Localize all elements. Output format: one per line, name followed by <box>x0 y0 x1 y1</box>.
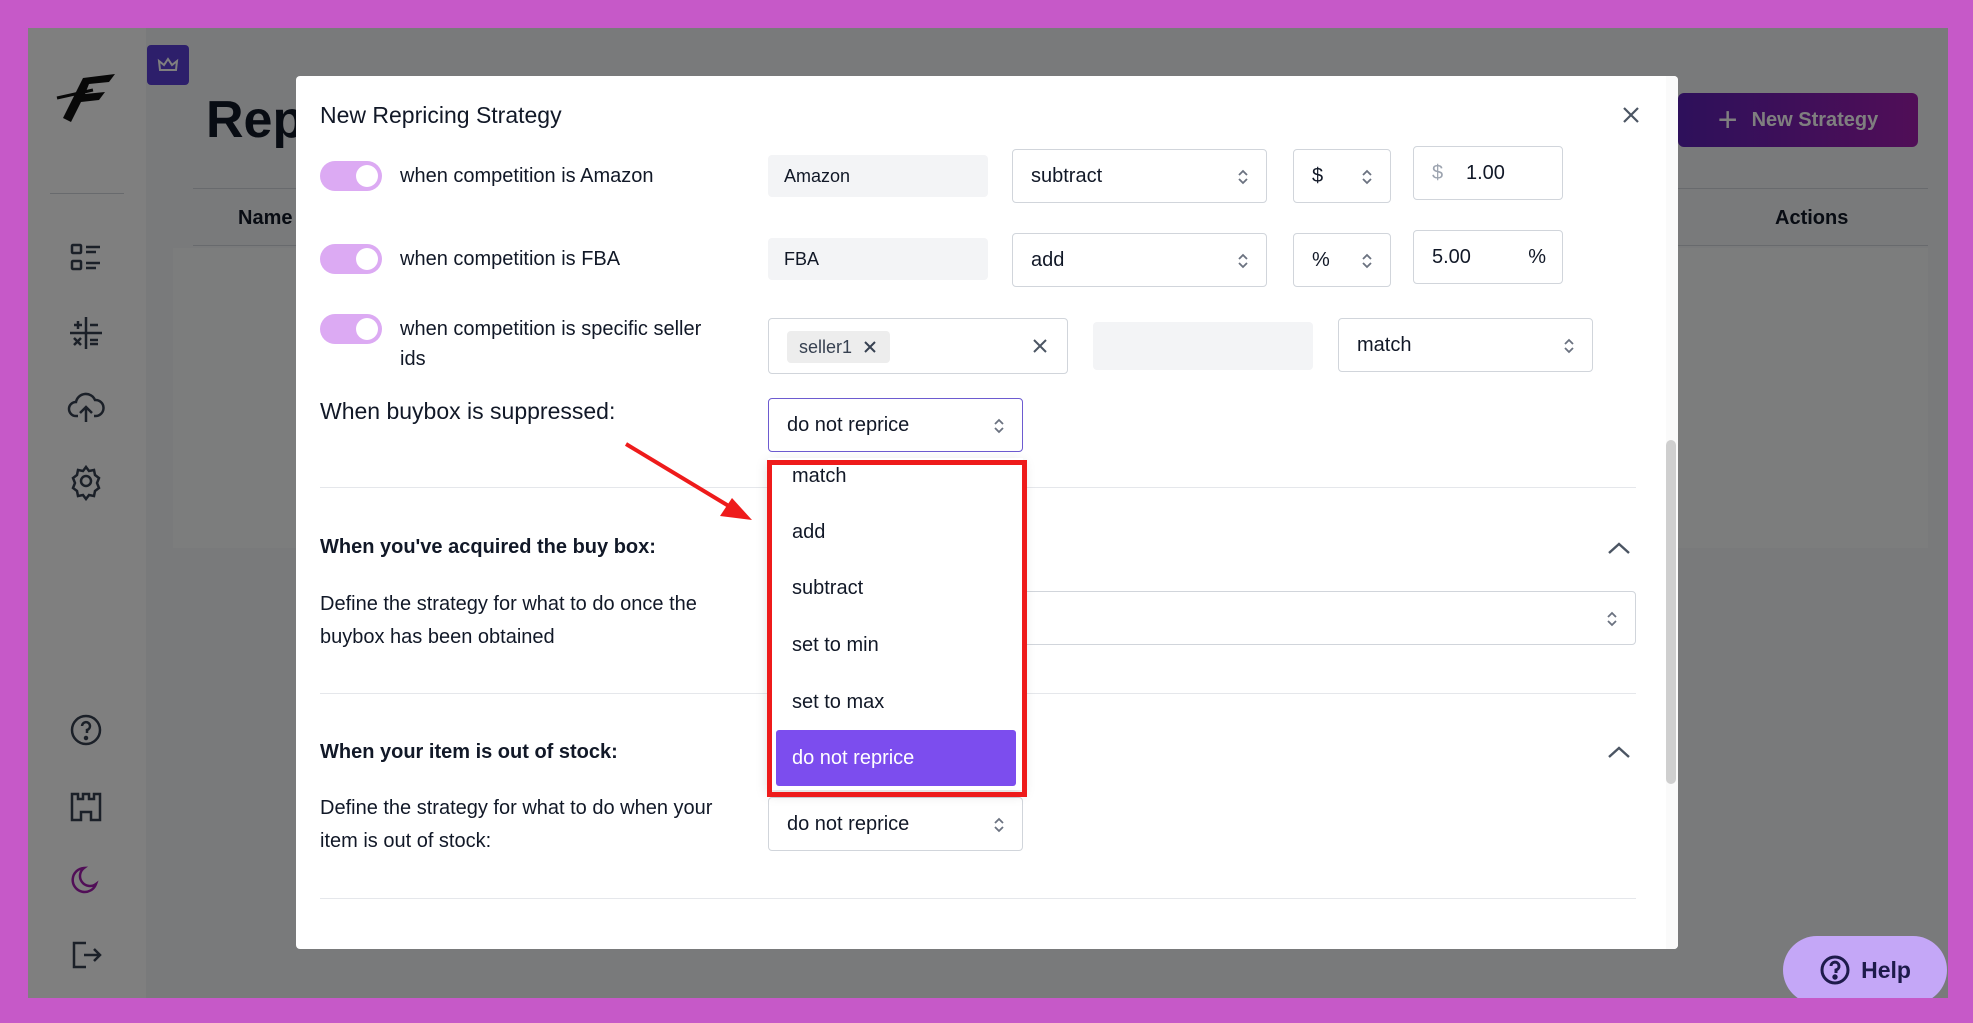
suppressed-label: When buybox is suppressed: <box>320 398 616 424</box>
dropdown-option-set-to-min[interactable]: set to min <box>776 617 1016 673</box>
select-value: $ <box>1312 165 1324 187</box>
chevron-up-icon[interactable] <box>1606 744 1632 760</box>
row-label-fba: when competition is FBA <box>400 248 621 270</box>
select-value: add <box>1031 249 1065 271</box>
operation-select-fba[interactable]: add <box>1012 233 1267 287</box>
new-strategy-modal: New Repricing Strategy when competition … <box>296 76 1678 949</box>
acquired-desc-line2: buybox has been obtained <box>320 626 555 648</box>
dropdown-option-do-not-reprice[interactable]: do not reprice <box>776 730 1016 786</box>
toggle-amazon[interactable] <box>320 161 382 191</box>
competitor-field-fba: FBA <box>768 238 988 280</box>
select-value: % <box>1312 249 1330 271</box>
clear-icon[interactable] <box>1029 335 1051 357</box>
remove-tag-icon[interactable] <box>862 339 878 355</box>
competitor-field-amazon: Amazon <box>768 155 988 197</box>
select-value: match <box>1357 334 1412 356</box>
select-value: do not reprice <box>787 813 910 835</box>
seller-tag-label: seller1 <box>799 337 853 357</box>
unit-select-fba[interactable]: % <box>1293 233 1391 287</box>
suppressed-select[interactable]: do not reprice <box>768 398 1023 452</box>
currency-prefix: $ <box>1432 162 1444 184</box>
select-value: do not reprice <box>787 414 910 436</box>
suppressed-dropdown-menu: match add subtract set to min set to max… <box>768 458 1023 790</box>
amount-input-fba[interactable]: 5.00 % <box>1413 230 1563 284</box>
help-button[interactable]: Help <box>1783 936 1947 998</box>
acquired-title: When you've acquired the buy box: <box>320 536 656 558</box>
out-of-stock-desc-line2: item is out of stock: <box>320 830 492 852</box>
row-label-seller-line2: ids <box>400 348 426 370</box>
dropdown-option-match[interactable]: match <box>776 448 1016 504</box>
section-divider <box>320 898 1636 899</box>
chevron-up-down-icon <box>1362 169 1372 185</box>
amount-value: 1.00 <box>1466 162 1505 184</box>
chevron-up-down-icon <box>994 817 1004 833</box>
percent-suffix: % <box>1528 246 1546 268</box>
chevron-up-down-icon <box>1238 253 1248 269</box>
chevron-up-down-icon <box>1607 611 1617 627</box>
chevron-up-icon[interactable] <box>1606 540 1632 556</box>
amount-value: 5.00 <box>1432 246 1471 268</box>
row-label-seller-line1: when competition is specific seller <box>400 318 702 340</box>
acquired-desc-line1: Define the strategy for what to do once … <box>320 593 697 615</box>
seller-disabled-field <box>1093 322 1313 370</box>
select-value: subtract <box>1031 165 1103 187</box>
row-label-amazon: when competition is Amazon <box>400 165 654 187</box>
chevron-up-down-icon <box>1362 253 1372 269</box>
seller-tag[interactable]: seller1 <box>787 331 891 363</box>
chevron-up-down-icon <box>994 418 1004 434</box>
operation-select-seller[interactable]: match <box>1338 318 1593 372</box>
seller-ids-input[interactable]: seller1 <box>768 318 1068 374</box>
help-label: Help <box>1861 956 1911 983</box>
toggle-seller-ids[interactable] <box>320 314 382 344</box>
toggle-fba[interactable] <box>320 244 382 274</box>
out-of-stock-title: When your item is out of stock: <box>320 741 618 763</box>
dropdown-option-subtract[interactable]: subtract <box>776 560 1016 616</box>
close-icon[interactable] <box>1616 100 1646 130</box>
chevron-up-down-icon <box>1238 169 1248 185</box>
out-of-stock-select[interactable]: do not reprice <box>768 797 1023 851</box>
out-of-stock-desc-line1: Define the strategy for what to do when … <box>320 797 713 819</box>
unit-select-amazon[interactable]: $ <box>1293 149 1391 203</box>
help-circle-icon <box>1819 954 1851 986</box>
dropdown-option-set-to-max[interactable]: set to max <box>776 674 1016 730</box>
amount-input-amazon[interactable]: $ 1.00 <box>1413 146 1563 200</box>
operation-select-amazon[interactable]: subtract <box>1012 149 1267 203</box>
dropdown-option-add[interactable]: add <box>776 504 1016 560</box>
chevron-up-down-icon <box>1564 338 1574 354</box>
modal-title: New Repricing Strategy <box>320 102 562 128</box>
modal-scrollbar-thumb[interactable] <box>1666 440 1676 784</box>
